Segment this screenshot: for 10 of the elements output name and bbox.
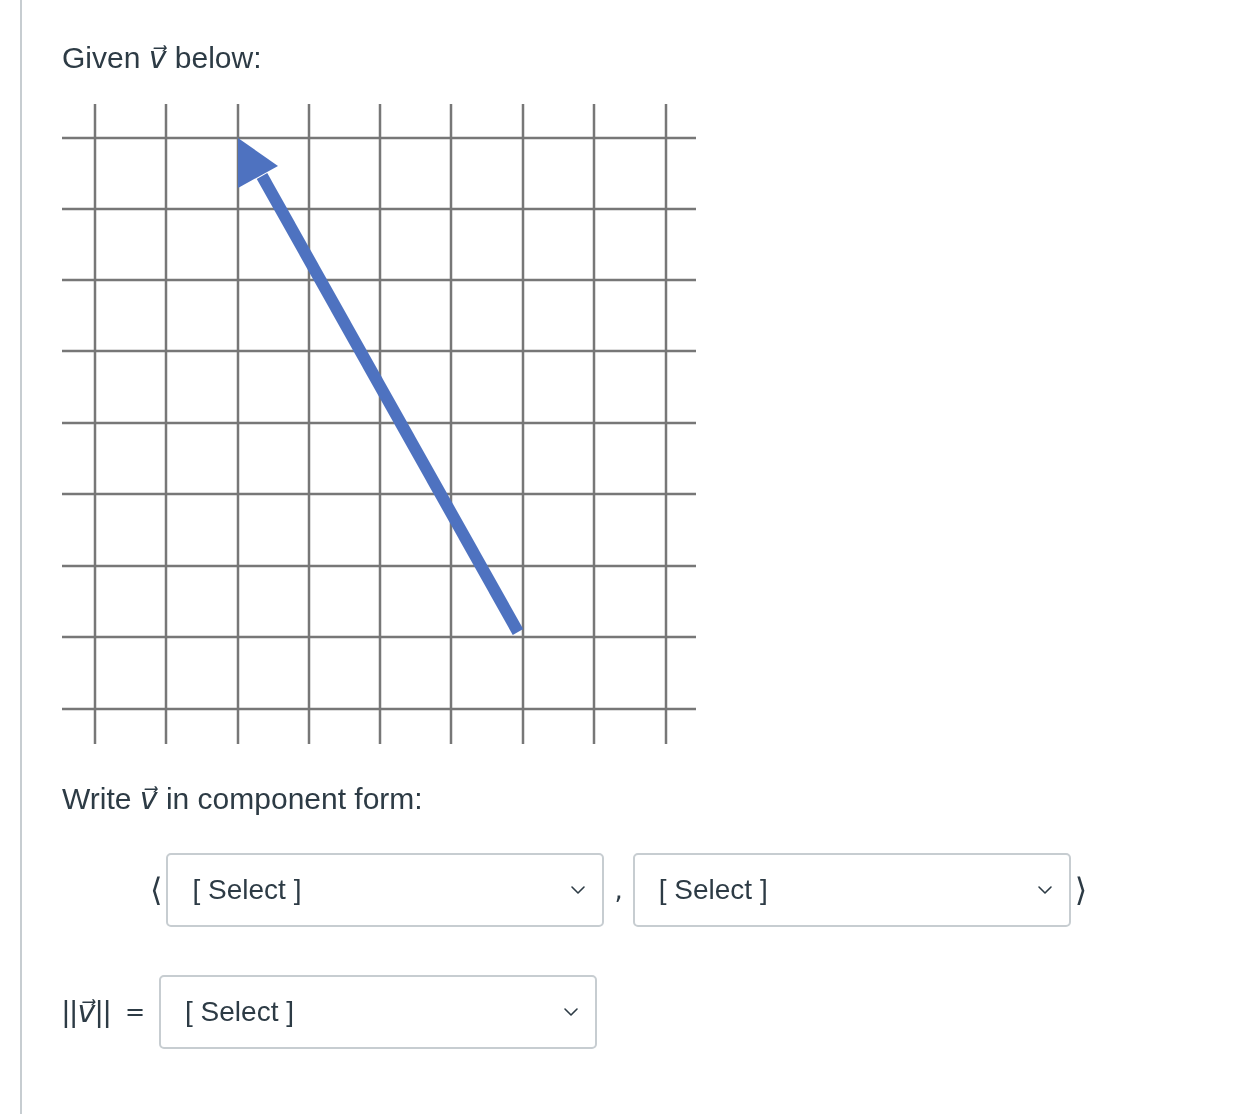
equals-sign: =	[124, 998, 146, 1026]
comma: ,	[614, 875, 623, 905]
close-bracket: ⟩	[1074, 871, 1088, 909]
open-bracket: ⟨	[150, 871, 163, 909]
magnitude-label: ||v⃗||	[62, 994, 111, 1030]
dropdown-select[interactable]: [ Select ]	[159, 975, 598, 1049]
dropdown-select[interactable]: [ Select ]	[166, 853, 605, 927]
question-text: Write v⃗ in component form:	[62, 781, 423, 817]
prompt-text: Given v⃗ below:	[62, 40, 262, 76]
dropdown-select[interactable]: [ Select ]	[632, 853, 1071, 927]
